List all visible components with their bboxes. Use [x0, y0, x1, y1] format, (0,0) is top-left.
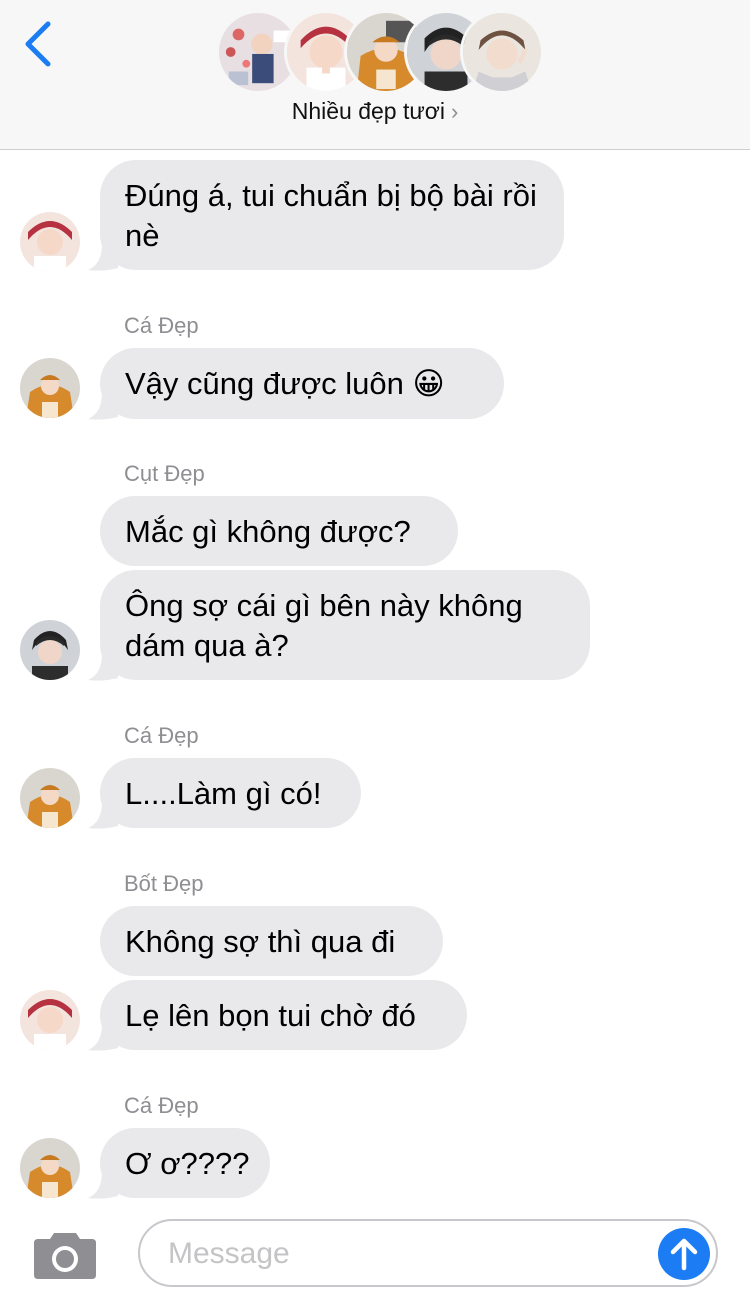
avatar[interactable] — [20, 990, 80, 1050]
message-text: Lẹ lên bọn tui chờ đó — [125, 998, 416, 1033]
message-text: Ông sợ cái gì bên này không dám qua à? — [125, 588, 523, 663]
bubble-tail — [88, 244, 118, 271]
message-text: Đúng á, tui chuẩn bị bộ bài rồi nè — [125, 178, 537, 253]
message-bubble[interactable]: Mắc gì không được? — [100, 496, 458, 566]
avatar[interactable] — [20, 768, 80, 828]
avatar[interactable] — [20, 1138, 80, 1198]
sender-name: Cụt Đẹp — [124, 461, 205, 486]
bubble-tail — [88, 1172, 118, 1199]
sender-name: Cá Đẹp — [124, 1093, 199, 1118]
avatar[interactable] — [20, 358, 80, 418]
sender-name: Bốt Đẹp — [124, 871, 204, 896]
message-text: Không sợ thì qua đi — [125, 924, 396, 959]
sender-name: Cá Đẹp — [124, 313, 199, 338]
conversation-header: Nhiều đẹp tươi › — [0, 0, 750, 150]
avatar[interactable] — [20, 212, 80, 272]
message-text: Vậy cũng được luôn 😀 — [125, 366, 445, 401]
send-button[interactable] — [658, 1228, 710, 1280]
sender-name: Cá Đẹp — [124, 723, 199, 748]
back-button[interactable] — [18, 18, 62, 70]
bubble-tail — [88, 393, 118, 420]
message-bubble[interactable]: Vậy cũng được luôn 😀 — [100, 348, 504, 419]
message-bubble[interactable]: L....Làm gì có! — [100, 758, 361, 828]
arrow-up-icon — [670, 1238, 698, 1271]
message-input[interactable] — [166, 1229, 650, 1279]
message-bubble[interactable]: Lẹ lên bọn tui chờ đó — [100, 980, 467, 1050]
message-composer — [0, 1205, 750, 1297]
bubble-tail — [88, 1024, 118, 1051]
message-text: Ơ ơ???? — [125, 1146, 250, 1181]
bubble-tail — [88, 654, 118, 681]
message-bubble[interactable]: Ơ ơ???? — [100, 1128, 270, 1198]
message-bubble[interactable]: Đúng á, tui chuẩn bị bộ bài rồi nè — [100, 160, 564, 270]
message-text: L....Làm gì có! — [125, 776, 322, 811]
group-name: Nhiều đẹp tươi — [291, 98, 445, 124]
message-text: Mắc gì không được? — [125, 514, 411, 549]
group-avatars[interactable] — [216, 10, 544, 94]
message-bubble[interactable]: Không sợ thì qua đi — [100, 906, 443, 976]
bubble-tail — [88, 802, 118, 829]
chevron-left-icon — [25, 21, 51, 67]
chevron-right-icon: › — [450, 99, 459, 124]
camera-button[interactable] — [32, 1229, 98, 1281]
message-bubble[interactable]: Ông sợ cái gì bên này không dám qua à? — [100, 570, 590, 680]
group-avatar-5 — [460, 10, 544, 94]
group-name-button[interactable]: Nhiều đẹp tươi › — [0, 98, 750, 125]
message-field[interactable] — [138, 1219, 718, 1287]
camera-icon — [34, 1233, 96, 1279]
avatar[interactable] — [20, 620, 80, 680]
